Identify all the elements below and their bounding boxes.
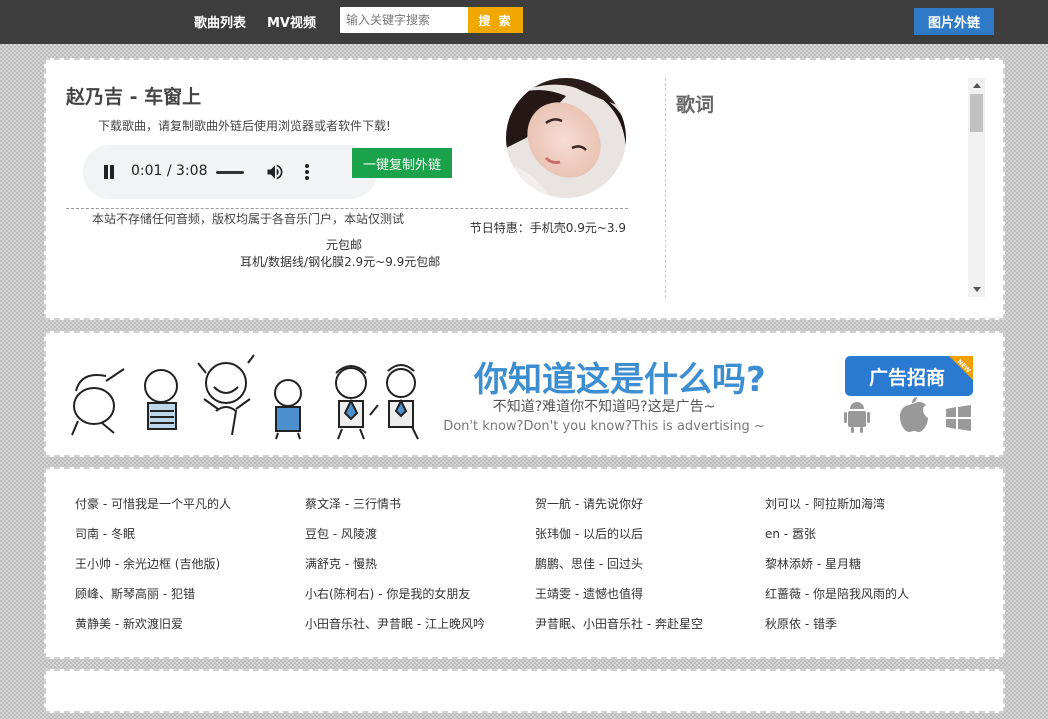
list-item: 付豪 - 可惜我是一个平凡的人 — [75, 493, 305, 523]
list-item: en - 嚣张 — [765, 523, 995, 553]
list-item: 蔡文泽 - 三行情书 — [305, 493, 535, 523]
song-link[interactable]: 司南 - 冬眠 — [75, 527, 135, 541]
song-link[interactable]: en - 嚣张 — [765, 527, 816, 541]
song-link[interactable]: 尹昔眠、小田音乐社 - 奔赴星空 — [535, 617, 703, 631]
copy-link-button[interactable]: 一键复制外链 — [352, 148, 452, 178]
ad-subline-2: Don't know?Don't you know?This is advert… — [443, 419, 765, 434]
more-options-icon[interactable] — [301, 162, 313, 182]
song-list-panel: 付豪 - 可惜我是一个平凡的人 蔡文泽 - 三行情书 贺一航 - 请先说你好 刘可以 … — [44, 467, 1005, 659]
song-link[interactable]: 贺一航 - 请先说你好 — [535, 497, 643, 511]
list-item: 小田音乐社、尹昔眠 - 江上晚风吟 — [305, 613, 535, 643]
scroll-down-icon[interactable] — [973, 287, 981, 292]
song-link[interactable]: 红蔷薇 - 你是陪我风雨的人 — [765, 587, 909, 601]
nav-song-list[interactable]: 歌曲列表 — [194, 12, 246, 31]
list-item: 尹昔眠、小田音乐社 - 奔赴星空 — [535, 613, 765, 643]
list-item: 司南 - 冬眠 — [75, 523, 305, 553]
song-link[interactable]: 豆包 - 风陵渡 — [305, 527, 377, 541]
ad-headline: 你知道这是什么吗? — [473, 360, 766, 400]
list-item: 顾峰、斯琴高丽 - 犯错 — [75, 583, 305, 613]
list-item: 黄静美 - 新欢渡旧爱 — [75, 613, 305, 643]
promo-line-2: 元包邮 — [326, 238, 363, 252]
list-item: 王靖雯 - 遗憾也值得 — [535, 583, 765, 613]
album-cover — [506, 78, 626, 198]
top-bar: 歌曲列表 MV视频 搜 索 图片外链 — [0, 0, 1048, 44]
ad-banner[interactable]: 你知道这是什么吗? 不知道?难道你不知道吗?这是广告~ Don't know?D… — [66, 351, 977, 441]
lyrics-scrollbar[interactable] — [968, 78, 985, 297]
song-link[interactable]: 付豪 - 可惜我是一个平凡的人 — [75, 497, 231, 511]
search-button[interactable]: 搜 索 — [468, 7, 523, 33]
song-link[interactable]: 刘可以 - 阿拉斯加海湾 — [765, 497, 885, 511]
ad-panel: 你知道这是什么吗? 不知道?难道你不知道吗?这是广告~ Don't know?D… — [44, 331, 1005, 457]
song-title: 赵乃吉 - 车窗上 — [66, 86, 202, 108]
download-notice: 下载歌曲，请复制歌曲外链后使用浏览器或者软件下载! — [98, 119, 391, 133]
audio-player[interactable]: 0:01 / 3:08 — [83, 145, 377, 199]
ad-subline-1: 不知道?难道你不知道吗?这是广告~ — [493, 398, 716, 415]
ad-badge-label: 广告招商 — [869, 366, 945, 389]
list-item: 王小帅 - 余光边框 (吉他版) — [75, 553, 305, 583]
list-item: 豆包 - 风陵渡 — [305, 523, 535, 553]
footer-panel — [44, 669, 1005, 713]
list-item: 刘可以 - 阿拉斯加海湾 — [765, 493, 995, 523]
promo-text: 节日特惠：手机壳0.9元~3.9 元包邮 耳机/数据线/钢化膜2.9元~9.9元… — [236, 220, 626, 271]
list-item: 红蔷薇 - 你是陪我风雨的人 — [765, 583, 995, 613]
song-link[interactable]: 小田音乐社、尹昔眠 - 江上晚风吟 — [305, 617, 485, 631]
list-item: 小右(陈柯右) - 你是我的女朋友 — [305, 583, 535, 613]
time-display: 0:01 / 3:08 — [131, 163, 208, 179]
search-input[interactable] — [340, 7, 468, 33]
list-item: 张玮伽 - 以后的以后 — [535, 523, 765, 553]
song-link[interactable]: 满舒克 - 慢热 — [305, 557, 377, 571]
progress-bar[interactable] — [216, 171, 244, 174]
player-panel: 赵乃吉 - 车窗上 下载歌曲，请复制歌曲外链后使用浏览器或者软件下载! 0:01… — [44, 58, 1005, 320]
divider-line — [66, 208, 628, 209]
song-link[interactable]: 张玮伽 - 以后的以后 — [535, 527, 643, 541]
list-item: 满舒克 - 慢热 — [305, 553, 535, 583]
volume-icon[interactable] — [265, 162, 285, 182]
nav-mv-video[interactable]: MV视频 — [267, 12, 316, 31]
list-item: 秋原依 - 错季 — [765, 613, 995, 643]
pause-icon[interactable] — [103, 165, 115, 179]
list-item: 贺一航 - 请先说你好 — [535, 493, 765, 523]
song-link[interactable]: 小右(陈柯右) - 你是我的女朋友 — [305, 587, 470, 601]
list-item: 黎林添娇 - 星月糖 — [765, 553, 995, 583]
song-link[interactable]: 蔡文泽 - 三行情书 — [305, 497, 401, 511]
scroll-thumb[interactable] — [970, 94, 983, 132]
list-item: 鹏鹏、思佳 - 回过头 — [535, 553, 765, 583]
vertical-divider — [665, 78, 666, 298]
song-link[interactable]: 鹏鹏、思佳 - 回过头 — [535, 557, 643, 571]
ad-badge[interactable]: 广告招商 NEW — [845, 356, 973, 396]
song-link[interactable]: 黄静美 - 新欢渡旧爱 — [75, 617, 183, 631]
image-external-link-button[interactable]: 图片外链 — [914, 8, 994, 35]
song-link[interactable]: 顾峰、斯琴高丽 - 犯错 — [75, 587, 195, 601]
promo-line-1: 节日特惠：手机壳0.9元~3.9 — [469, 221, 626, 235]
promo-line-3: 耳机/数据线/钢化膜2.9元~9.9元包邮 — [240, 255, 441, 269]
song-link[interactable]: 黎林添娇 - 星月糖 — [765, 557, 861, 571]
song-list: 付豪 - 可惜我是一个平凡的人 蔡文泽 - 三行情书 贺一航 - 请先说你好 刘可以 … — [75, 493, 995, 643]
scroll-up-icon[interactable] — [973, 83, 981, 88]
song-link[interactable]: 王小帅 - 余光边框 (吉他版) — [75, 557, 220, 571]
song-link[interactable]: 王靖雯 - 遗憾也值得 — [535, 587, 643, 601]
song-link[interactable]: 秋原依 - 错季 — [765, 617, 837, 631]
lyrics-title: 歌词 — [676, 94, 715, 116]
